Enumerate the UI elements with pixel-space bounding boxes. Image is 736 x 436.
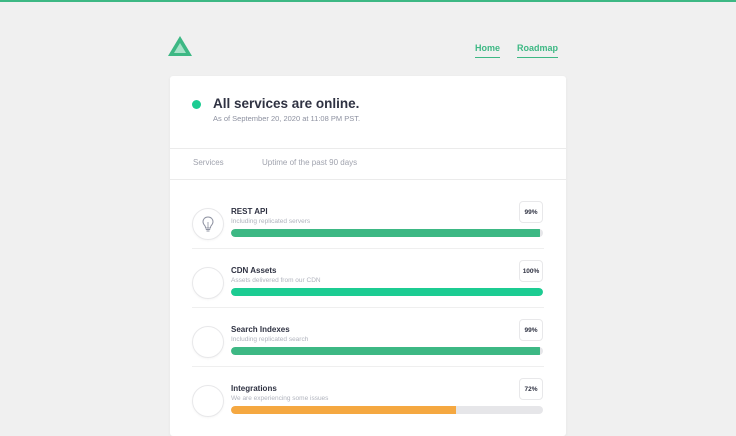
nav-roadmap-link[interactable]: Roadmap xyxy=(516,43,558,58)
uptime-badge: 72% xyxy=(519,378,543,400)
uptime-bar xyxy=(231,288,543,296)
uptime-bar xyxy=(231,229,543,237)
service-description: Including replicated search xyxy=(231,336,309,343)
service-icon xyxy=(192,326,224,358)
lightbulb-icon xyxy=(202,216,214,232)
service-description: Assets delivered from our CDN xyxy=(231,277,321,284)
service-name: Search Indexes xyxy=(231,325,290,334)
uptime-bar-fill xyxy=(231,229,540,237)
service-name: CDN Assets xyxy=(231,266,277,275)
service-icon xyxy=(192,385,224,417)
row-divider xyxy=(192,307,544,308)
uptime-bar-fill xyxy=(231,288,543,296)
service-description: Including replicated servers xyxy=(231,218,311,225)
status-card: All services are online. As of September… xyxy=(170,76,566,436)
row-divider xyxy=(192,366,544,367)
service-row-cdn-assets: CDN Assets Assets delivered from our CDN… xyxy=(170,260,566,318)
uptime-bar xyxy=(231,406,543,414)
status-timestamp: As of September 20, 2020 at 11:08 PM PST… xyxy=(213,114,361,123)
divider xyxy=(170,148,566,149)
service-name: REST API xyxy=(231,207,268,216)
divider xyxy=(170,179,566,180)
online-status-dot xyxy=(192,100,201,109)
uptime-badge: 99% xyxy=(519,319,543,341)
service-icon xyxy=(192,208,224,240)
status-header: All services are online. As of September… xyxy=(170,76,566,148)
top-accent-line xyxy=(0,0,736,2)
uptime-bar-fill xyxy=(231,347,540,355)
uptime-badge: 100% xyxy=(519,260,543,282)
uptime-bar-fill xyxy=(231,406,456,414)
row-divider xyxy=(192,248,544,249)
service-description: We are experiencing some issues xyxy=(231,395,329,402)
uptime-badge: 99% xyxy=(519,201,543,223)
service-icon xyxy=(192,267,224,299)
service-name: Integrations xyxy=(231,384,277,393)
service-row-rest-api: REST API Including replicated servers 99… xyxy=(170,201,566,259)
logo-icon[interactable] xyxy=(168,36,192,56)
services-column-header: Services xyxy=(193,158,224,167)
service-row-search-indexes: Search Indexes Including replicated sear… xyxy=(170,319,566,377)
nav-home-link[interactable]: Home xyxy=(474,43,500,58)
uptime-bar xyxy=(231,347,543,355)
top-nav: Home Roadmap xyxy=(474,43,558,58)
service-row-integrations: Integrations We are experiencing some is… xyxy=(170,378,566,436)
uptime-column-header: Uptime of the past 90 days xyxy=(262,158,358,167)
status-title: All services are online. xyxy=(213,96,360,111)
